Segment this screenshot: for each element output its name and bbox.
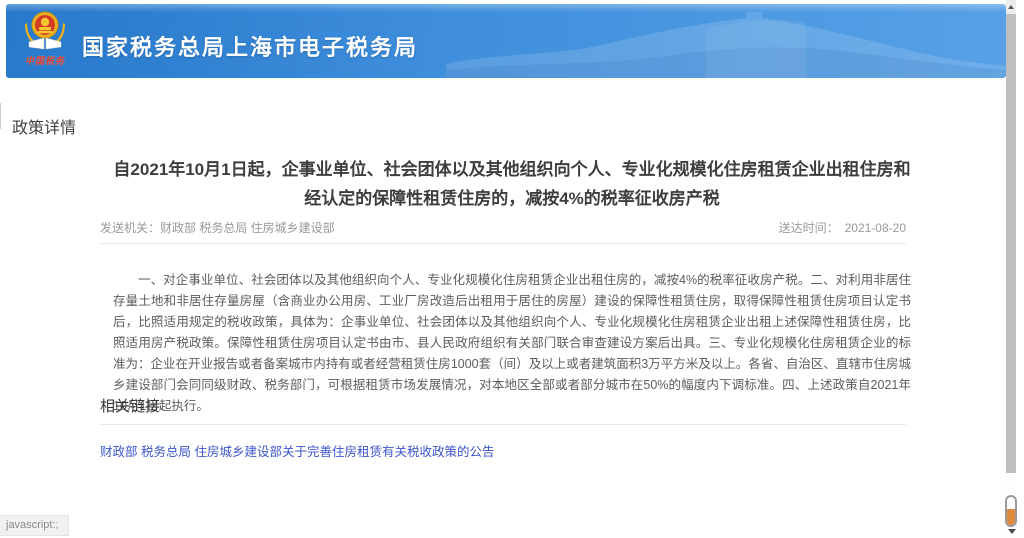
site-title: 国家税务总局上海市电子税务局 xyxy=(82,30,418,62)
scroll-up-button[interactable] xyxy=(1006,0,1016,14)
scroll-up-icon xyxy=(1008,5,1014,9)
left-panel-edge xyxy=(0,103,1,129)
scrollbar-thumb[interactable] xyxy=(1006,14,1016,473)
related-link[interactable]: 财政部 税务总局 住房城乡建设部关于完善住房租赁有关税收政策的公告 xyxy=(100,441,494,460)
related-links-heading: 相关链接 xyxy=(100,395,160,416)
vertical-scrollbar[interactable] xyxy=(1006,0,1016,538)
scroll-down-icon[interactable] xyxy=(1008,529,1016,534)
national-emblem-icon xyxy=(23,9,67,53)
sender-value: 财政部 税务总局 住房城乡建设部 xyxy=(160,221,335,235)
great-wall-decoration xyxy=(446,4,1006,78)
scroll-progress-indicator[interactable] xyxy=(1005,495,1017,527)
related-links-divider xyxy=(100,424,906,425)
policy-title: 自2021年10月1日起，企事业单位、社会团体以及其他组织向个人、专业化规模化住… xyxy=(112,155,912,213)
delivery-label: 送达时间： xyxy=(779,221,839,235)
scroll-progress-fill xyxy=(1007,509,1015,525)
logo-caption: 中国税务 xyxy=(16,54,74,68)
header-banner: 中国税务 国家税务总局上海市电子税务局 xyxy=(6,4,1006,78)
page-title: 政策详情 xyxy=(12,114,76,138)
browser-status-bar: javascript:; xyxy=(0,515,69,536)
delivery-time: 送达时间： 2021-08-20 xyxy=(779,219,906,236)
meta-divider xyxy=(100,243,906,244)
tax-bureau-logo: 中国税务 xyxy=(16,9,74,73)
policy-meta-row: 发送机关：财政部 税务总局 住房城乡建设部 送达时间： 2021-08-20 xyxy=(100,219,906,237)
sender-authority: 发送机关：财政部 税务总局 住房城乡建设部 xyxy=(100,219,335,236)
delivery-date: 2021-08-20 xyxy=(845,221,906,235)
policy-body-text: 一、对企事业单位、社会团体以及其他组织向个人、专业化规模化住房租赁企业出租住房的… xyxy=(113,270,911,417)
sender-label: 发送机关： xyxy=(100,221,160,235)
